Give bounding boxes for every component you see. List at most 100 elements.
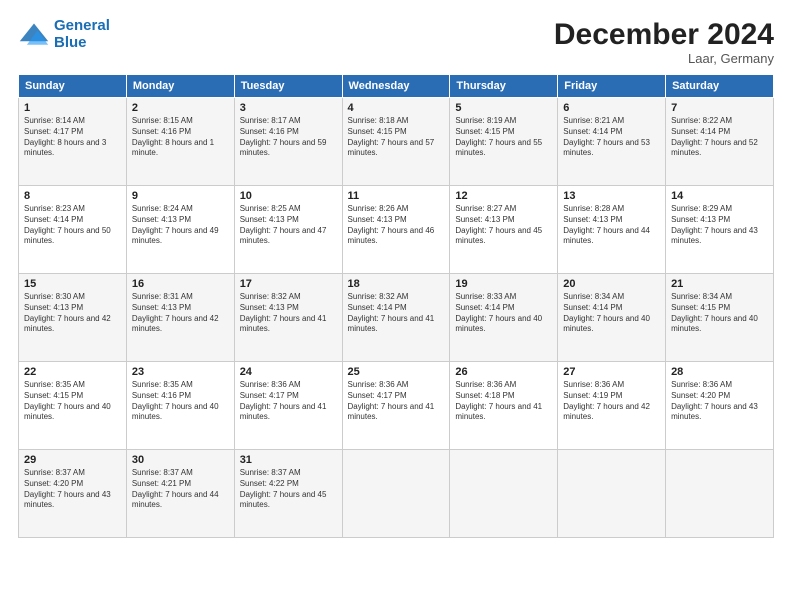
week-row-4: 22 Sunrise: 8:35 AMSunset: 4:15 PMDayligh… [19, 362, 774, 450]
calendar-cell: 24Sunrise: 8:36 AMSunset: 4:17 PMDayligh… [234, 362, 342, 450]
day-info: Sunrise: 8:29 AMSunset: 4:13 PMDaylight:… [671, 204, 768, 247]
day-info: Sunrise: 8:19 AMSunset: 4:15 PMDaylight:… [455, 116, 552, 159]
day-number: 21 [671, 278, 768, 290]
calendar-cell: 1 Sunrise: 8:14 AMSunset: 4:17 PMDaylight… [19, 98, 127, 186]
calendar-cell: 10 Sunrise: 8:25 AMSunset: 4:13 PMDayligh… [234, 186, 342, 274]
day-number: 18 [348, 278, 445, 290]
day-info: Sunrise: 8:14 AMSunset: 4:17 PMDaylight:… [24, 116, 121, 159]
calendar-cell: 31Sunrise: 8:37 AMSunset: 4:22 PMDayligh… [234, 450, 342, 538]
day-info: Sunrise: 8:25 AMSunset: 4:13 PMDaylight:… [240, 204, 337, 247]
logo: General Blue [18, 18, 110, 51]
day-number: 14 [671, 190, 768, 202]
day-info: Sunrise: 8:21 AMSunset: 4:14 PMDaylight:… [563, 116, 660, 159]
calendar-cell: 17Sunrise: 8:32 AMSunset: 4:13 PMDayligh… [234, 274, 342, 362]
day-number: 6 [563, 102, 660, 114]
day-info: Sunrise: 8:17 AMSunset: 4:16 PMDaylight:… [240, 116, 337, 159]
day-number: 13 [563, 190, 660, 202]
day-info: Sunrise: 8:36 AMSunset: 4:19 PMDaylight:… [563, 380, 660, 423]
day-number: 17 [240, 278, 337, 290]
calendar-cell: 29 Sunrise: 8:37 AMSunset: 4:20 PMDayligh… [19, 450, 127, 538]
day-number: 5 [455, 102, 552, 114]
day-info: Sunrise: 8:36 AMSunset: 4:18 PMDaylight:… [455, 380, 552, 423]
calendar-cell: 18 Sunrise: 8:32 AMSunset: 4:14 PMDayligh… [342, 274, 450, 362]
header-friday: Friday [558, 75, 666, 98]
calendar-cell: 15 Sunrise: 8:30 AMSunset: 4:13 PMDayligh… [19, 274, 127, 362]
header-thursday: Thursday [450, 75, 558, 98]
day-number: 25 [348, 366, 445, 378]
day-info: Sunrise: 8:27 AMSunset: 4:13 PMDaylight:… [455, 204, 552, 247]
day-number: 11 [348, 190, 445, 202]
header-sunday: Sunday [19, 75, 127, 98]
week-row-1: 1 Sunrise: 8:14 AMSunset: 4:17 PMDaylight… [19, 98, 774, 186]
logo-text: General Blue [54, 18, 110, 51]
day-info: Sunrise: 8:32 AMSunset: 4:14 PMDaylight:… [348, 292, 445, 335]
header-monday: Monday [126, 75, 234, 98]
day-info: Sunrise: 8:31 AMSunset: 4:13 PMDaylight:… [132, 292, 229, 335]
calendar-cell: 8 Sunrise: 8:23 AMSunset: 4:14 PMDaylight… [19, 186, 127, 274]
logo-line1: General [54, 17, 110, 34]
day-info: Sunrise: 8:15 AMSunset: 4:16 PMDaylight:… [132, 116, 229, 159]
day-number: 20 [563, 278, 660, 290]
calendar-cell: 13Sunrise: 8:28 AMSunset: 4:13 PMDayligh… [558, 186, 666, 274]
calendar-cell: 11 Sunrise: 8:26 AMSunset: 4:13 PMDayligh… [342, 186, 450, 274]
calendar-cell: 9 Sunrise: 8:24 AMSunset: 4:13 PMDaylight… [126, 186, 234, 274]
calendar-cell: 7 Sunrise: 8:22 AMSunset: 4:14 PMDaylight… [666, 98, 774, 186]
calendar-cell: 5 Sunrise: 8:19 AMSunset: 4:15 PMDaylight… [450, 98, 558, 186]
day-number: 12 [455, 190, 552, 202]
calendar-cell: 20 Sunrise: 8:34 AMSunset: 4:14 PMDayligh… [558, 274, 666, 362]
day-number: 10 [240, 190, 337, 202]
day-number: 15 [24, 278, 121, 290]
calendar: SundayMondayTuesdayWednesdayThursdayFrid… [18, 74, 774, 538]
calendar-cell: 19Sunrise: 8:33 AMSunset: 4:14 PMDayligh… [450, 274, 558, 362]
calendar-cell: 12 Sunrise: 8:27 AMSunset: 4:13 PMDayligh… [450, 186, 558, 274]
page: General Blue December 2024 Laar, Germany… [0, 0, 792, 612]
day-info: Sunrise: 8:37 AMSunset: 4:21 PMDaylight:… [132, 468, 229, 511]
day-number: 31 [240, 454, 337, 466]
title-block: December 2024 Laar, Germany [554, 18, 774, 66]
day-info: Sunrise: 8:24 AMSunset: 4:13 PMDaylight:… [132, 204, 229, 247]
header: General Blue December 2024 Laar, Germany [18, 18, 774, 66]
calendar-header-row: SundayMondayTuesdayWednesdayThursdayFrid… [19, 75, 774, 98]
day-number: 23 [132, 366, 229, 378]
calendar-cell: 2Sunrise: 8:15 AMSunset: 4:16 PMDaylight… [126, 98, 234, 186]
logo-icon [18, 21, 50, 49]
logo-line2: Blue [54, 34, 87, 51]
month-title: December 2024 [554, 18, 774, 51]
calendar-cell: 25 Sunrise: 8:36 AMSunset: 4:17 PMDayligh… [342, 362, 450, 450]
day-number: 9 [132, 190, 229, 202]
day-info: Sunrise: 8:35 AMSunset: 4:15 PMDaylight:… [24, 380, 121, 423]
calendar-cell: 6 Sunrise: 8:21 AMSunset: 4:14 PMDaylight… [558, 98, 666, 186]
calendar-cell: 4Sunrise: 8:18 AMSunset: 4:15 PMDaylight… [342, 98, 450, 186]
day-number: 26 [455, 366, 552, 378]
day-number: 22 [24, 366, 121, 378]
day-info: Sunrise: 8:36 AMSunset: 4:17 PMDaylight:… [348, 380, 445, 423]
calendar-cell: 22 Sunrise: 8:35 AMSunset: 4:15 PMDayligh… [19, 362, 127, 450]
header-tuesday: Tuesday [234, 75, 342, 98]
day-number: 29 [24, 454, 121, 466]
calendar-cell [342, 450, 450, 538]
week-row-3: 15 Sunrise: 8:30 AMSunset: 4:13 PMDayligh… [19, 274, 774, 362]
day-info: Sunrise: 8:18 AMSunset: 4:15 PMDaylight:… [348, 116, 445, 159]
day-info: Sunrise: 8:30 AMSunset: 4:13 PMDaylight:… [24, 292, 121, 335]
week-row-2: 8 Sunrise: 8:23 AMSunset: 4:14 PMDaylight… [19, 186, 774, 274]
calendar-cell [450, 450, 558, 538]
calendar-cell: 3 Sunrise: 8:17 AMSunset: 4:16 PMDaylight… [234, 98, 342, 186]
day-info: Sunrise: 8:26 AMSunset: 4:13 PMDaylight:… [348, 204, 445, 247]
calendar-cell: 14 Sunrise: 8:29 AMSunset: 4:13 PMDayligh… [666, 186, 774, 274]
day-info: Sunrise: 8:35 AMSunset: 4:16 PMDaylight:… [132, 380, 229, 423]
calendar-cell [666, 450, 774, 538]
day-info: Sunrise: 8:22 AMSunset: 4:14 PMDaylight:… [671, 116, 768, 159]
day-info: Sunrise: 8:23 AMSunset: 4:14 PMDaylight:… [24, 204, 121, 247]
day-number: 28 [671, 366, 768, 378]
day-number: 7 [671, 102, 768, 114]
day-info: Sunrise: 8:37 AMSunset: 4:20 PMDaylight:… [24, 468, 121, 511]
day-info: Sunrise: 8:36 AMSunset: 4:17 PMDaylight:… [240, 380, 337, 423]
day-number: 30 [132, 454, 229, 466]
day-number: 8 [24, 190, 121, 202]
calendar-cell [558, 450, 666, 538]
day-info: Sunrise: 8:34 AMSunset: 4:14 PMDaylight:… [563, 292, 660, 335]
day-info: Sunrise: 8:34 AMSunset: 4:15 PMDaylight:… [671, 292, 768, 335]
day-number: 1 [24, 102, 121, 114]
header-saturday: Saturday [666, 75, 774, 98]
day-number: 3 [240, 102, 337, 114]
